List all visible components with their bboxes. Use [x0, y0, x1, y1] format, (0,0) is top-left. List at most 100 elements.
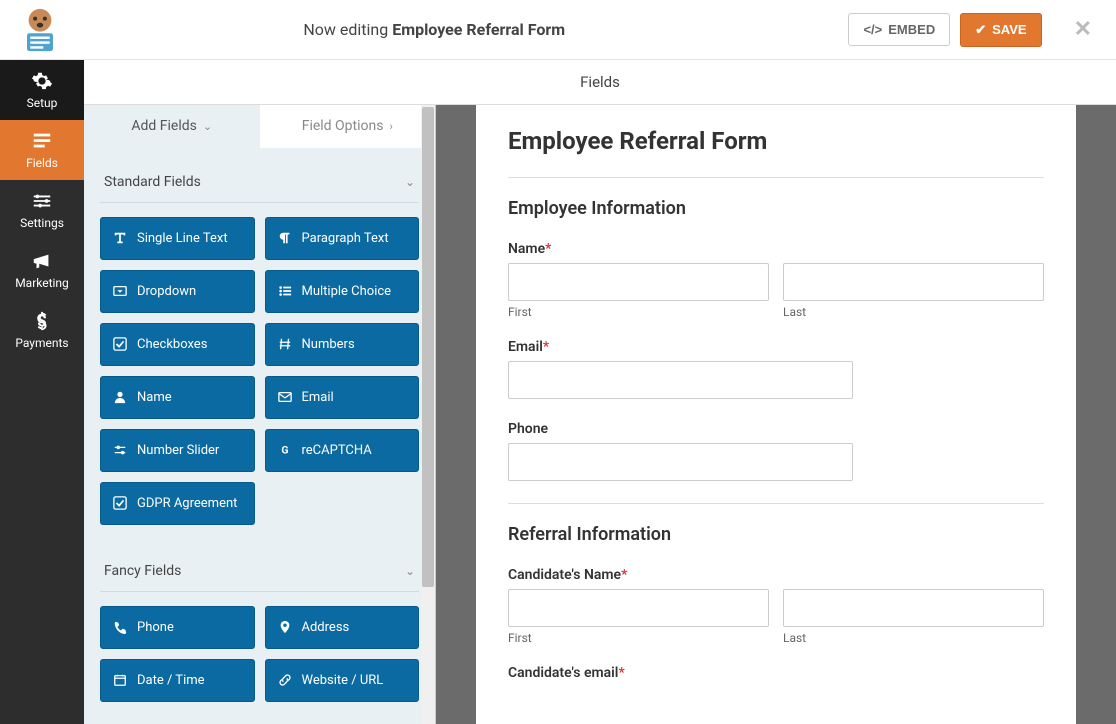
field-label: Paragraph Text — [302, 231, 389, 246]
field-email[interactable]: Email — [265, 376, 420, 419]
dropdown-icon — [113, 284, 127, 298]
megaphone-icon — [31, 250, 53, 272]
nav-settings-label: Settings — [20, 216, 64, 230]
panel-head: Fields — [84, 60, 1116, 105]
recaptcha-icon: G — [278, 443, 292, 457]
first-name-input[interactable] — [508, 263, 769, 301]
name-label: Name* — [508, 241, 1044, 257]
scrollbar-thumb[interactable] — [422, 107, 434, 587]
field-address[interactable]: Address — [265, 606, 420, 649]
candidate-first-name-input[interactable] — [508, 589, 769, 627]
candidate-last-name-input[interactable] — [783, 589, 1044, 627]
calendar-icon — [113, 673, 127, 687]
field-datetime[interactable]: Date / Time — [100, 659, 255, 702]
phone-label: Phone — [508, 421, 1044, 437]
field-recaptcha[interactable]: GreCAPTCHA — [265, 429, 420, 472]
top-actions: </> EMBED ✔ SAVE ✕ — [848, 13, 1096, 47]
nav-payments-label: Payments — [15, 336, 68, 350]
nav-settings[interactable]: Settings — [0, 180, 84, 240]
panel-body: Add Fields ⌄ Field Options › Standard Fi… — [84, 105, 1116, 724]
field-label: Multiple Choice — [302, 284, 392, 299]
embed-label: EMBED — [888, 22, 935, 37]
panel-tabs: Add Fields ⌄ Field Options › — [84, 105, 435, 148]
form-icon — [31, 130, 53, 152]
tab-add-fields[interactable]: Add Fields ⌄ — [84, 105, 260, 148]
nav-setup[interactable]: Setup — [0, 60, 84, 120]
panel-area: Fields Add Fields ⌄ Field Options › — [84, 60, 1116, 724]
nav-marketing-label: Marketing — [15, 276, 69, 290]
nav-payments[interactable]: $ Payments — [0, 300, 84, 360]
candidate-email-label: Candidate's email* — [508, 665, 1044, 681]
field-label: reCAPTCHA — [302, 443, 372, 458]
chevron-down-icon: ⌄ — [203, 120, 212, 133]
svg-text:$: $ — [37, 313, 46, 332]
paragraph-icon — [278, 231, 292, 245]
form-card[interactable]: Employee Referral Form Employee Informat… — [476, 105, 1076, 724]
field-checkboxes[interactable]: Checkboxes — [100, 323, 255, 366]
field-gdpr[interactable]: GDPR Agreement — [100, 482, 255, 525]
app-logo — [14, 4, 66, 56]
field-paragraph-text[interactable]: Paragraph Text — [265, 217, 420, 260]
section-referral-info: Referral Information — [508, 524, 1044, 545]
pin-icon — [278, 620, 292, 634]
section-employee-info: Employee Information — [508, 198, 1044, 219]
field-single-line-text[interactable]: Single Line Text — [100, 217, 255, 260]
standard-field-grid: Single Line Text Paragraph Text Dropdown… — [100, 217, 419, 525]
tab-add-fields-label: Add Fields — [131, 118, 197, 134]
field-phone[interactable]: Phone — [100, 606, 255, 649]
field-label: Checkboxes — [137, 337, 207, 352]
field-multiple-choice[interactable]: Multiple Choice — [265, 270, 420, 313]
candidate-name-label: Candidate's Name* — [508, 567, 1044, 583]
last-name-input[interactable] — [783, 263, 1044, 301]
scrollbar-track — [421, 105, 435, 724]
gear-icon — [31, 70, 53, 92]
field-number-slider[interactable]: Number Slider — [100, 429, 255, 472]
group-standard-fields[interactable]: Standard Fields ⌄ — [100, 162, 419, 203]
divider — [508, 503, 1044, 504]
field-label: Single Line Text — [137, 231, 228, 246]
last-sublabel: Last — [783, 305, 1044, 319]
nav-fields[interactable]: Fields — [0, 120, 84, 180]
phone-input[interactable] — [508, 443, 853, 481]
field-numbers[interactable]: Numbers — [265, 323, 420, 366]
field-label: Name — [137, 390, 172, 405]
nav-marketing[interactable]: Marketing — [0, 240, 84, 300]
top-bar: Now editing Employee Referral Form </> E… — [0, 0, 1116, 60]
save-button[interactable]: ✔ SAVE — [960, 13, 1041, 47]
divider — [508, 177, 1044, 178]
group-fancy-fields[interactable]: Fancy Fields ⌄ — [100, 551, 419, 592]
field-label: Email — [302, 390, 334, 405]
dollar-icon: $ — [31, 310, 53, 332]
sliders-icon — [31, 190, 53, 212]
nav-fields-label: Fields — [26, 156, 58, 170]
field-label: GDPR Agreement — [137, 496, 237, 511]
checkbox-icon — [113, 337, 127, 351]
save-label: SAVE — [992, 22, 1026, 37]
embed-button[interactable]: </> EMBED — [848, 13, 950, 46]
candidate-email-label-text: Candidate's email — [508, 665, 618, 681]
checkbox-icon — [113, 496, 127, 510]
group-fancy-label: Fancy Fields — [104, 563, 181, 579]
list-icon — [278, 284, 292, 298]
field-name[interactable]: Name — [100, 376, 255, 419]
field-label: Website / URL — [302, 673, 384, 688]
close-icon[interactable]: ✕ — [1074, 17, 1092, 42]
nav-setup-label: Setup — [27, 96, 58, 110]
tab-field-options[interactable]: Field Options › — [260, 105, 436, 148]
check-icon: ✔ — [975, 22, 986, 38]
chevron-down-icon: ⌄ — [405, 175, 415, 189]
sidebar-nav: Setup Fields Settings Marketing $ Paymen… — [0, 60, 84, 724]
candidate-name-label-text: Candidate's Name — [508, 567, 621, 583]
field-label: Address — [302, 620, 350, 635]
left-content: Standard Fields ⌄ Single Line Text Parag… — [84, 148, 435, 724]
chevron-down-icon: ⌄ — [405, 564, 415, 578]
first-sublabel: First — [508, 631, 769, 645]
field-website[interactable]: Website / URL — [265, 659, 420, 702]
field-label: Dropdown — [137, 284, 196, 299]
now-editing-prefix: Now editing — [303, 20, 392, 39]
email-input[interactable] — [508, 361, 853, 399]
required-asterisk: * — [543, 339, 549, 355]
envelope-icon — [278, 390, 292, 404]
email-label-text: Email — [508, 339, 543, 355]
field-dropdown[interactable]: Dropdown — [100, 270, 255, 313]
